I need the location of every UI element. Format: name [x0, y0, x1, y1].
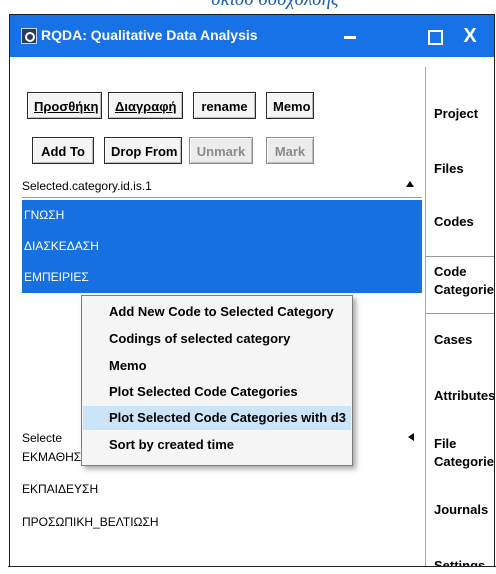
tab-codes[interactable]: Codes: [426, 213, 494, 231]
side-tab-bar: Project Files Codes Code Categories Case…: [425, 67, 494, 571]
tab-project[interactable]: Project: [426, 105, 494, 123]
title-bar[interactable]: RQDA: Qualitative Data Analysis X: [10, 15, 494, 57]
maximize-button[interactable]: [420, 22, 450, 50]
menu-item-codings-of-selected-category[interactable]: Codings of selected category: [83, 327, 351, 351]
add-button[interactable]: Προσθήκη: [27, 92, 102, 119]
drop-from-button[interactable]: Drop From: [104, 137, 182, 164]
page-caption-fragment: σκισσ σσσχσλσης: [150, 0, 400, 11]
tab-attributes[interactable]: Attributes: [426, 387, 494, 405]
maximize-icon: [427, 29, 443, 45]
close-button[interactable]: X: [455, 22, 485, 50]
list-item[interactable]: ΠΡΟΣΩΠΙΚΗ_ΒΕΛΤΙΩΣΗ: [22, 510, 422, 534]
menu-item-sort-by-created-time[interactable]: Sort by created time: [83, 433, 351, 457]
list-item[interactable]: ΔΙΑΣΚΕΔΑΣΗ: [22, 231, 422, 262]
minimize-button[interactable]: [335, 22, 365, 50]
tab-file-categories[interactable]: File Categories: [426, 435, 494, 471]
minimize-icon: [344, 35, 356, 39]
tab-cases[interactable]: Cases: [426, 331, 494, 349]
bottom-list-header-label: Selecte: [22, 431, 63, 445]
delete-button[interactable]: Διαγραφή: [108, 92, 183, 119]
add-button-label: Προσθήκη: [34, 99, 99, 114]
mark-button[interactable]: Mark: [266, 137, 314, 164]
menu-item-plot-with-d3[interactable]: Plot Selected Code Categories with d3: [83, 406, 351, 430]
sort-collapse-icon: [408, 433, 414, 441]
list-item[interactable]: ΓΝΩΣΗ: [22, 200, 422, 231]
tab-journals[interactable]: Journals: [426, 501, 494, 519]
window-title: RQDA: Qualitative Data Analysis: [41, 27, 258, 43]
rqda-window: RQDA: Qualitative Data Analysis X Προσθή…: [9, 14, 495, 572]
top-list-header-label: Selected.category.id.is.1: [22, 179, 152, 193]
sort-ascending-icon: [406, 181, 414, 187]
top-list-header[interactable]: Selected.category.id.is.1: [22, 175, 422, 198]
tab-files[interactable]: Files: [426, 160, 494, 178]
unmark-button[interactable]: Unmark: [189, 137, 253, 164]
category-codes-list[interactable]: ΓΝΩΣΗ ΔΙΑΣΚΕΔΑΣΗ ΕΜΠΕΙΡΙΕΣ: [22, 200, 422, 306]
add-to-button[interactable]: Add To: [32, 137, 94, 164]
list-item[interactable]: ΕΜΠΕΙΡΙΕΣ: [22, 262, 422, 293]
tab-code-categories[interactable]: Code Categories: [426, 256, 494, 314]
rename-button[interactable]: rename: [193, 92, 256, 119]
delete-button-label: Διαγραφή: [115, 99, 177, 114]
memo-button[interactable]: Memo: [266, 92, 314, 119]
menu-item-plot-selected-code-categories[interactable]: Plot Selected Code Categories: [83, 380, 351, 404]
category-context-menu: Add New Code to Selected Category Coding…: [81, 295, 353, 466]
rqda-app-icon: [21, 28, 37, 44]
menu-item-add-new-code[interactable]: Add New Code to Selected Category: [83, 300, 351, 324]
list-item[interactable]: ΕΚΠΑΙΔΕΥΣΗ: [22, 477, 422, 501]
menu-item-memo[interactable]: Memo: [83, 354, 351, 378]
